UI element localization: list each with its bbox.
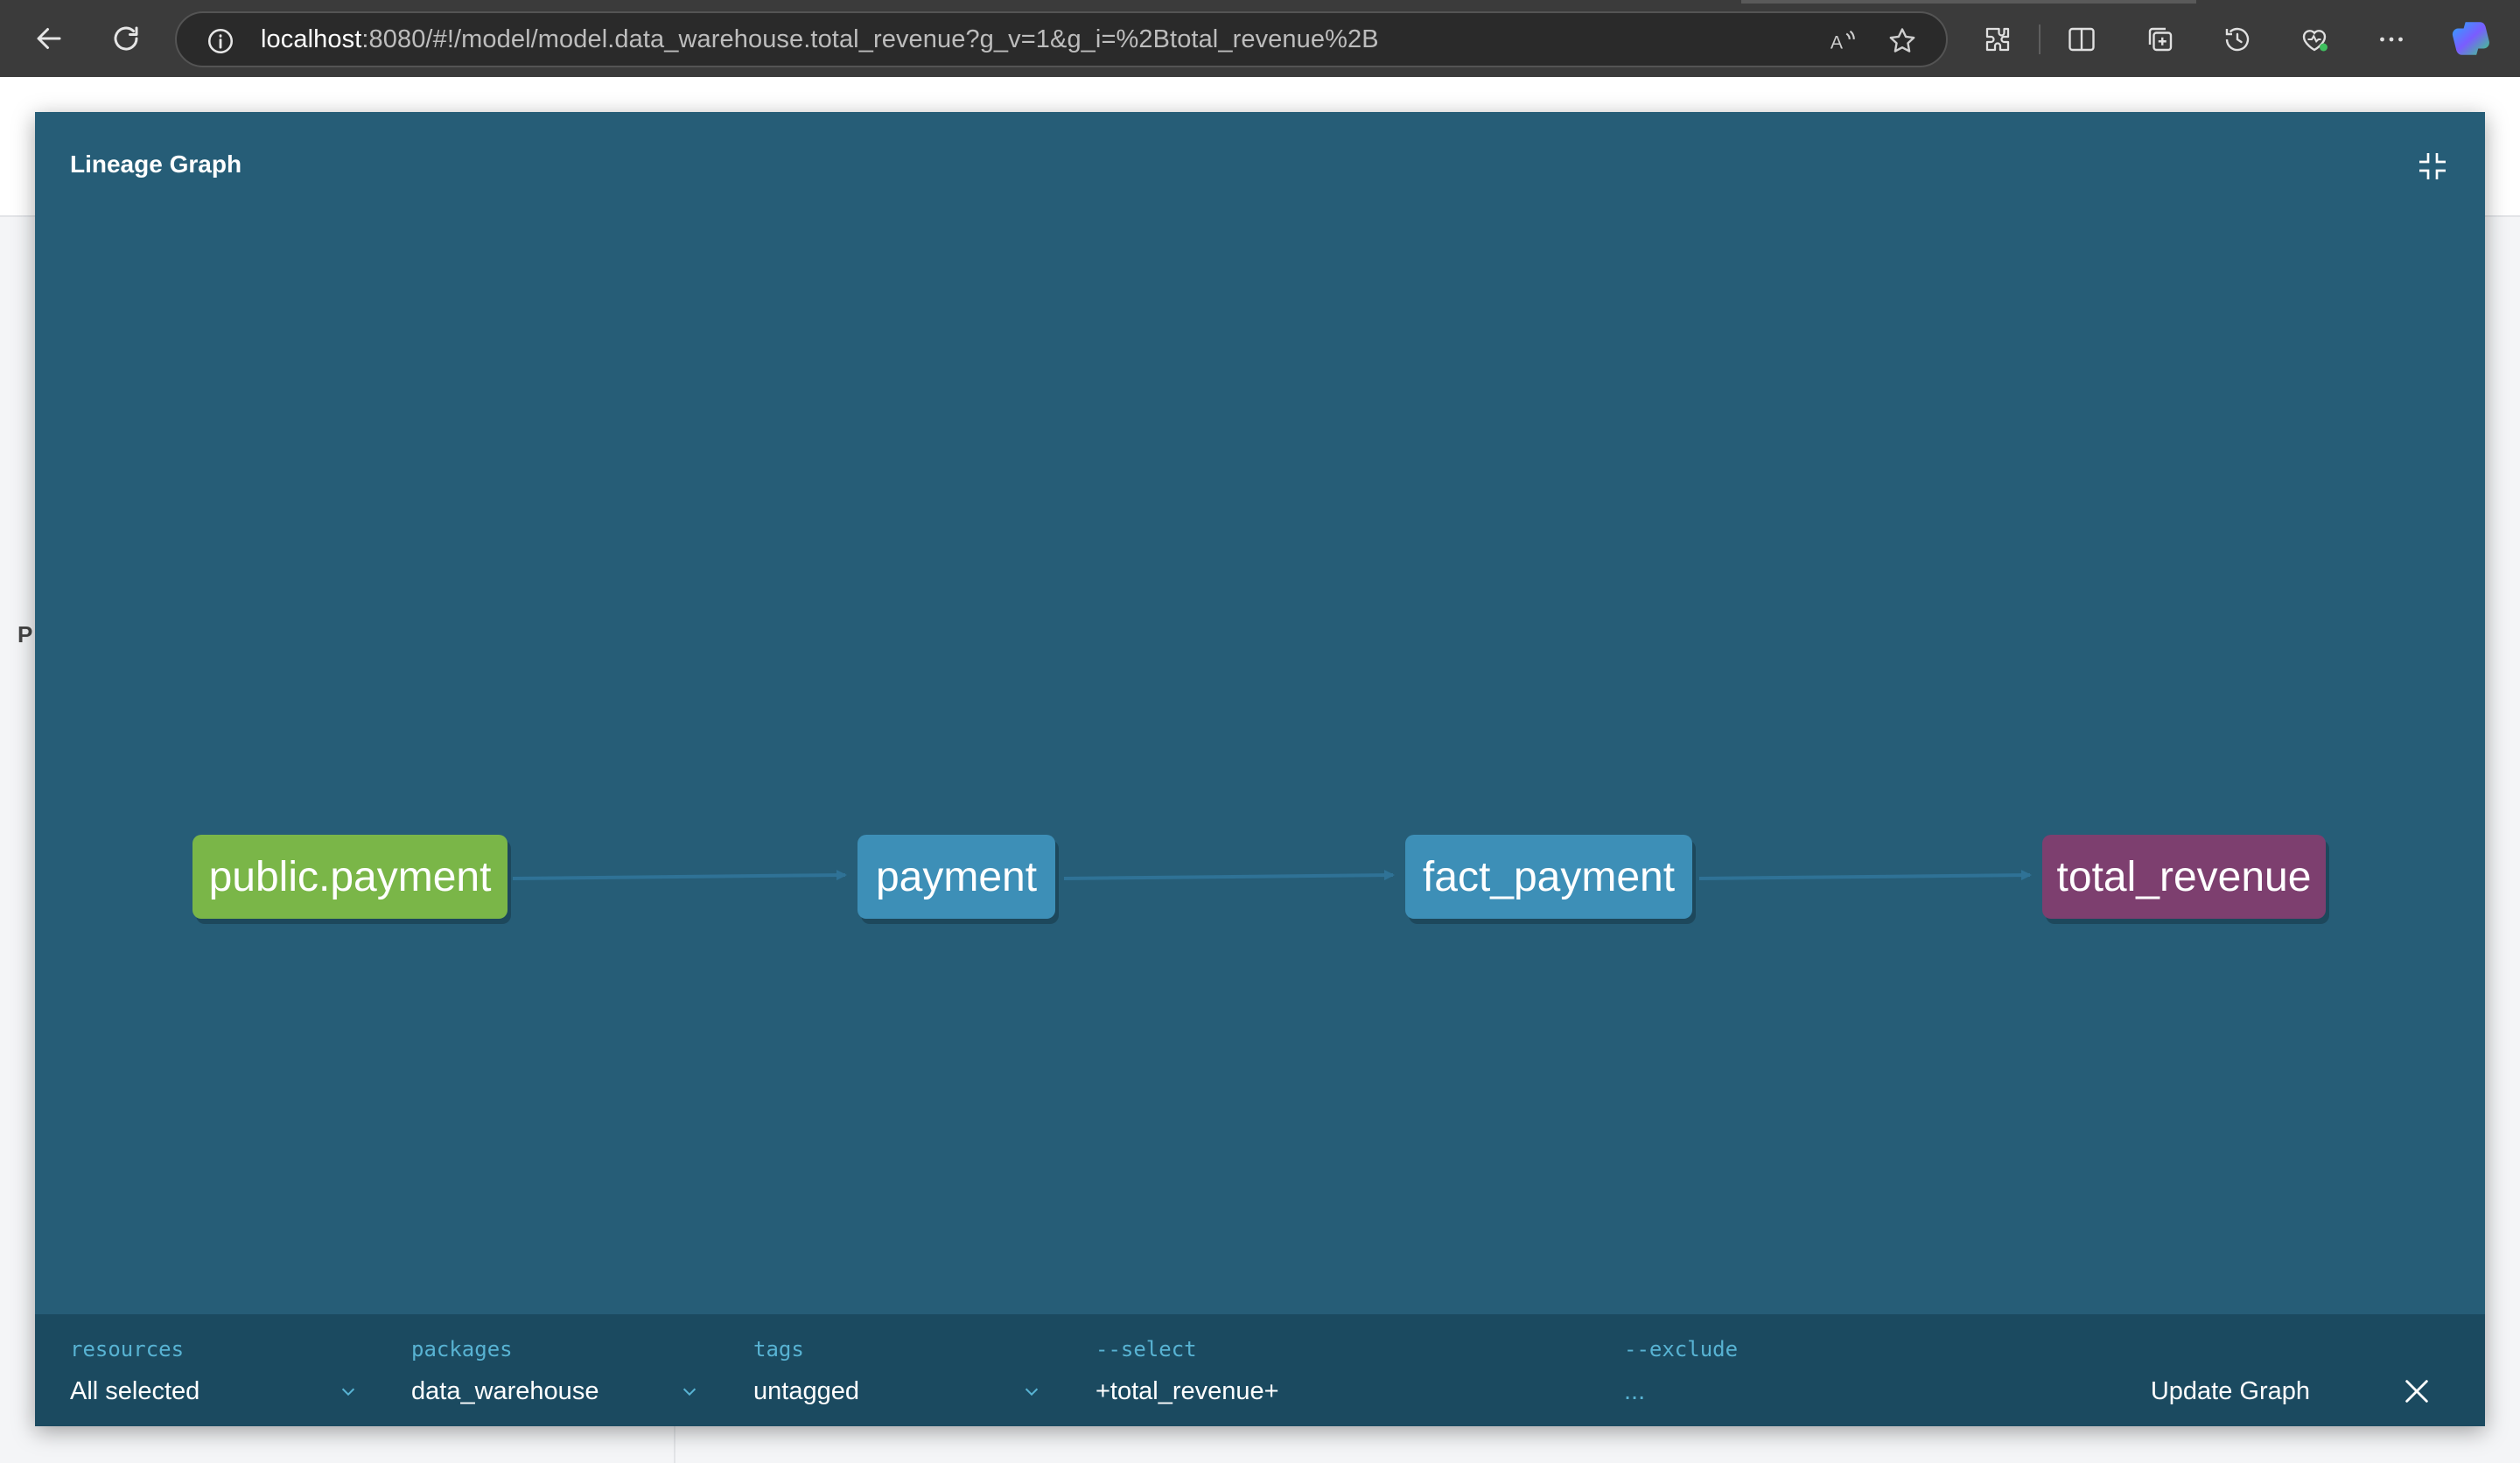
chevron-down-icon[interactable] bbox=[338, 1381, 359, 1402]
select-input[interactable]: +total_revenue+ bbox=[1096, 1377, 1279, 1406]
more-options-icon[interactable] bbox=[2371, 19, 2412, 60]
node-public-payment[interactable]: public.payment bbox=[192, 835, 508, 919]
browser-essentials-icon[interactable] bbox=[2294, 19, 2334, 60]
node-payment[interactable]: payment bbox=[858, 835, 1055, 919]
lineage-graph-canvas[interactable]: public.payment payment fact_payment tota… bbox=[35, 226, 2485, 1426]
edge-fact-payment-to-total-revenue bbox=[1698, 870, 2032, 881]
url-host: localhost bbox=[261, 24, 362, 53]
exclude-filter[interactable]: --exclude ... bbox=[1624, 1314, 2096, 1426]
reload-button[interactable] bbox=[103, 16, 149, 61]
edge-public-payment-to-payment bbox=[512, 870, 847, 881]
chevron-down-icon[interactable] bbox=[1021, 1381, 1042, 1402]
back-button[interactable] bbox=[26, 16, 72, 61]
favorite-star-icon[interactable] bbox=[1883, 22, 1922, 60]
tab-strip bbox=[1741, 0, 2196, 4]
tags-value[interactable]: untagged bbox=[753, 1377, 859, 1406]
tags-label: tags bbox=[753, 1337, 804, 1362]
back-arrow-icon bbox=[37, 28, 61, 49]
packages-filter[interactable]: packages data_warehouse bbox=[411, 1314, 709, 1426]
modal-title: Lineage Graph bbox=[70, 150, 242, 178]
lineage-graph-modal: Lineage Graph public.payment payment fac… bbox=[35, 112, 2485, 1426]
tags-filter[interactable]: tags untagged bbox=[753, 1314, 1051, 1426]
select-label: --select bbox=[1096, 1337, 1197, 1362]
resources-filter[interactable]: resources All selected bbox=[70, 1314, 368, 1426]
close-button[interactable] bbox=[2399, 1374, 2434, 1409]
svg-text:A: A bbox=[1830, 32, 1844, 53]
node-total-revenue[interactable]: total_revenue bbox=[2042, 835, 2326, 919]
history-icon[interactable] bbox=[2217, 19, 2258, 60]
node-fact-payment[interactable]: fact_payment bbox=[1405, 835, 1692, 919]
graph-filter-bar: resources All selected packages data_war… bbox=[35, 1314, 2485, 1426]
site-info-icon[interactable] bbox=[203, 24, 238, 59]
chevron-down-icon[interactable] bbox=[679, 1381, 700, 1402]
collapse-icon bbox=[2419, 153, 2446, 179]
close-icon bbox=[2405, 1380, 2428, 1403]
resources-value[interactable]: All selected bbox=[70, 1377, 200, 1406]
packages-label: packages bbox=[411, 1337, 513, 1362]
edge-payment-to-fact-payment bbox=[1063, 870, 1395, 881]
collapse-button[interactable] bbox=[2413, 147, 2452, 186]
address-bar[interactable]: localhost:8080/#!/model/model.data_wareh… bbox=[175, 11, 1948, 67]
exclude-input[interactable]: ... bbox=[1624, 1377, 1645, 1406]
url-path: :8080/#!/model/model.data_warehouse.tota… bbox=[361, 24, 1379, 53]
select-filter[interactable]: --select +total_revenue+ bbox=[1096, 1314, 1586, 1426]
packages-value[interactable]: data_warehouse bbox=[411, 1377, 598, 1406]
read-aloud-icon[interactable]: A bbox=[1824, 22, 1862, 60]
collections-icon[interactable] bbox=[2140, 19, 2180, 60]
extensions-icon[interactable] bbox=[1978, 19, 2018, 60]
toolbar-divider bbox=[2039, 24, 2040, 54]
browser-toolbar: localhost:8080/#!/model/model.data_wareh… bbox=[0, 0, 2520, 77]
graph-edges bbox=[512, 870, 2032, 881]
reload-icon bbox=[114, 26, 138, 51]
page-partial-text: P bbox=[18, 621, 33, 648]
exclude-label: --exclude bbox=[1624, 1337, 1739, 1362]
copilot-icon[interactable] bbox=[2450, 16, 2496, 61]
update-graph-button[interactable]: Update Graph bbox=[2151, 1377, 2310, 1406]
split-screen-icon[interactable] bbox=[2062, 19, 2102, 60]
resources-label: resources bbox=[70, 1337, 185, 1362]
